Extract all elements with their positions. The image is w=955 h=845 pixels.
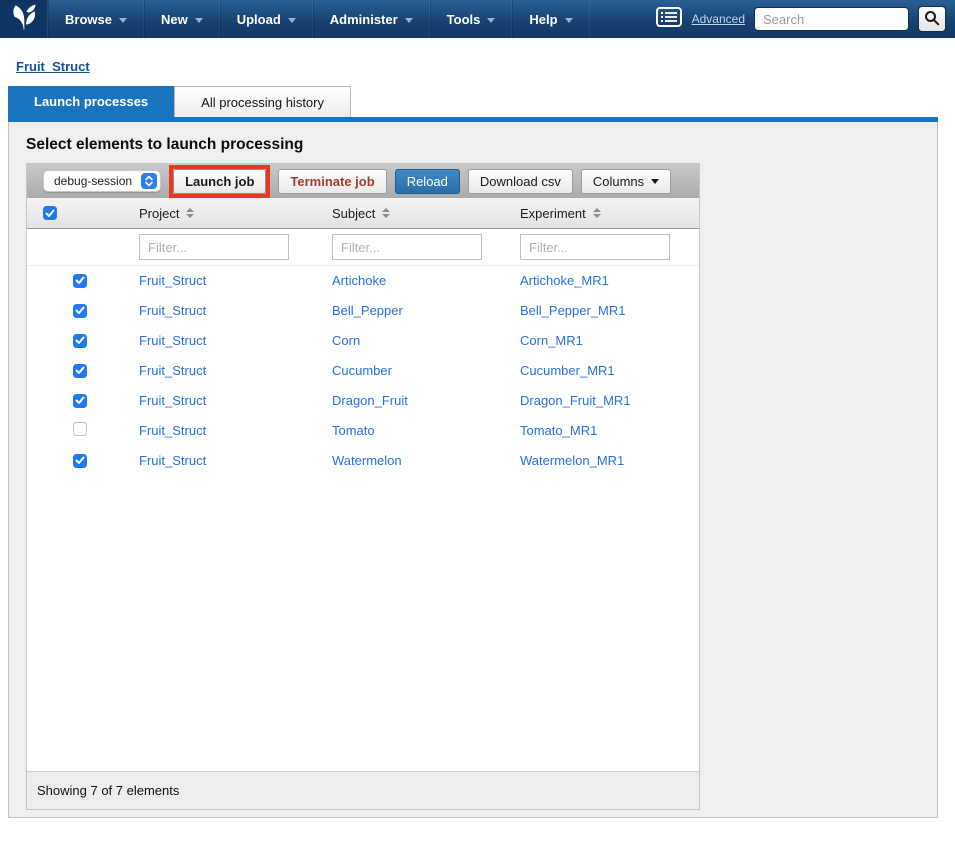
table-footer: Showing 7 of 7 elements — [27, 771, 699, 809]
subject-link[interactable]: Cucumber — [332, 363, 392, 378]
project-link[interactable]: Fruit_Struct — [139, 423, 206, 438]
subject-link[interactable]: Watermelon — [332, 453, 402, 468]
experiment-link[interactable]: Dragon_Fruit_MR1 — [520, 393, 631, 408]
filter-input-experiment[interactable] — [520, 234, 670, 260]
menu-label: Help — [529, 12, 557, 27]
nav-right: Advanced — [655, 0, 955, 38]
menu-label: New — [161, 12, 188, 27]
chevron-down-icon — [405, 18, 413, 23]
row-checkbox[interactable] — [73, 334, 87, 348]
menu-upload[interactable]: Upload — [220, 0, 313, 38]
table-row: Fruit_Struct Artichoke Artichoke_MR1 — [27, 266, 699, 296]
filter-input-project[interactable] — [139, 234, 289, 260]
subject-link[interactable]: Dragon_Fruit — [332, 393, 408, 408]
project-link[interactable]: Fruit_Struct — [139, 273, 206, 288]
search-button[interactable] — [918, 6, 946, 32]
app-logo[interactable] — [0, 0, 48, 38]
project-link[interactable]: Fruit_Struct — [139, 333, 206, 348]
experiment-link[interactable]: Cucumber_MR1 — [520, 363, 615, 378]
filter-row — [27, 229, 699, 266]
row-checkbox[interactable] — [73, 304, 87, 318]
experiment-link[interactable]: Watermelon_MR1 — [520, 453, 624, 468]
tab-bar: Launch processes All processing history — [8, 86, 351, 117]
project-link[interactable]: Fruit_Struct — [139, 363, 206, 378]
menu-label: Upload — [237, 12, 281, 27]
menu-administer[interactable]: Administer — [313, 0, 430, 38]
status-text: Showing 7 of 7 elements — [37, 783, 179, 798]
column-header-experiment[interactable]: Experiment — [520, 206, 699, 221]
download-csv-button[interactable]: Download csv — [468, 169, 573, 194]
launch-job-highlight: Launch job — [169, 165, 270, 198]
session-select-value: debug-session — [54, 174, 132, 188]
breadcrumb-link[interactable]: Fruit_Struct — [16, 59, 90, 74]
menu-browse[interactable]: Browse — [48, 0, 144, 38]
nav-menu: Browse New Upload Administer Tools Help — [48, 0, 590, 38]
column-header-project[interactable]: Project — [139, 206, 332, 221]
menu-help[interactable]: Help — [512, 0, 589, 38]
project-link[interactable]: Fruit_Struct — [139, 453, 206, 468]
columns-button[interactable]: Columns — [581, 169, 671, 194]
table-row: Fruit_Struct Bell_Pepper Bell_Pepper_MR1 — [27, 296, 699, 326]
table-header: Project Subject Experiment — [27, 198, 699, 229]
project-link[interactable]: Fruit_Struct — [139, 393, 206, 408]
tab-launch-processes[interactable]: Launch processes — [8, 86, 174, 117]
table-body: Fruit_StructArtichokeArtichoke_MR1Fruit_… — [27, 266, 699, 476]
table-row: Fruit_Struct Watermelon Watermelon_MR1 — [27, 446, 699, 476]
menu-label: Tools — [447, 12, 481, 27]
experiment-link[interactable]: Corn_MR1 — [520, 333, 583, 348]
filter-input-subject[interactable] — [332, 234, 482, 260]
chevron-down-icon — [119, 18, 127, 23]
experiment-link[interactable]: Bell_Pepper_MR1 — [520, 303, 626, 318]
top-navbar: Browse New Upload Administer Tools Help Advan… — [0, 0, 955, 38]
table-toolbar: debug-session Launch job Terminate job R… — [27, 164, 699, 198]
chevron-down-icon — [195, 18, 203, 23]
subject-link[interactable]: Artichoke — [332, 273, 386, 288]
select-all-checkbox[interactable] — [43, 206, 57, 220]
row-checkbox[interactable] — [73, 364, 87, 378]
table-row: Fruit_Struct Dragon_Fruit Dragon_Fruit_MR1 — [27, 386, 699, 416]
chevron-down-icon — [651, 179, 659, 184]
subject-link[interactable]: Corn — [332, 333, 360, 348]
search-input[interactable] — [754, 7, 909, 31]
row-checkbox[interactable] — [73, 394, 87, 408]
menu-label: Administer — [330, 12, 398, 27]
row-checkbox[interactable] — [73, 454, 87, 468]
chevron-down-icon — [288, 18, 296, 23]
chevron-down-icon — [487, 18, 495, 23]
experiment-link[interactable]: Artichoke_MR1 — [520, 273, 609, 288]
leaf-logo-icon — [9, 2, 39, 37]
sort-icon — [593, 208, 601, 218]
page-title: Select elements to launch processing — [26, 136, 937, 154]
menu-tools[interactable]: Tools — [430, 0, 513, 38]
column-header-subject[interactable]: Subject — [332, 206, 520, 221]
advanced-link[interactable]: Advanced — [692, 12, 745, 26]
experiment-link[interactable]: Tomato_MR1 — [520, 423, 597, 438]
table-row: Fruit_Struct Tomato Tomato_MR1 — [27, 416, 699, 446]
session-select[interactable]: debug-session — [43, 170, 161, 192]
select-stepper-icon — [141, 173, 157, 189]
terminate-job-button[interactable]: Terminate job — [278, 169, 386, 194]
tab-all-processing-history[interactable]: All processing history — [174, 86, 351, 117]
project-link[interactable]: Fruit_Struct — [139, 303, 206, 318]
chevron-down-icon — [565, 18, 573, 23]
reload-button[interactable]: Reload — [395, 169, 460, 194]
elements-table: debug-session Launch job Terminate job R… — [26, 163, 700, 810]
menu-label: Browse — [65, 12, 112, 27]
list-icon — [655, 7, 683, 32]
content-panel: Select elements to launch processing deb… — [8, 122, 938, 818]
row-checkbox[interactable] — [73, 422, 87, 436]
sort-icon — [186, 208, 194, 218]
launch-job-button[interactable]: Launch job — [173, 169, 266, 194]
table-row: Fruit_Struct Corn Corn_MR1 — [27, 326, 699, 356]
subject-link[interactable]: Bell_Pepper — [332, 303, 403, 318]
row-checkbox[interactable] — [73, 274, 87, 288]
search-icon — [924, 10, 940, 29]
subject-link[interactable]: Tomato — [332, 423, 375, 438]
menu-new[interactable]: New — [144, 0, 220, 38]
table-row: Fruit_Struct Cucumber Cucumber_MR1 — [27, 356, 699, 386]
table-empty-space — [27, 476, 699, 771]
sort-icon — [382, 208, 390, 218]
